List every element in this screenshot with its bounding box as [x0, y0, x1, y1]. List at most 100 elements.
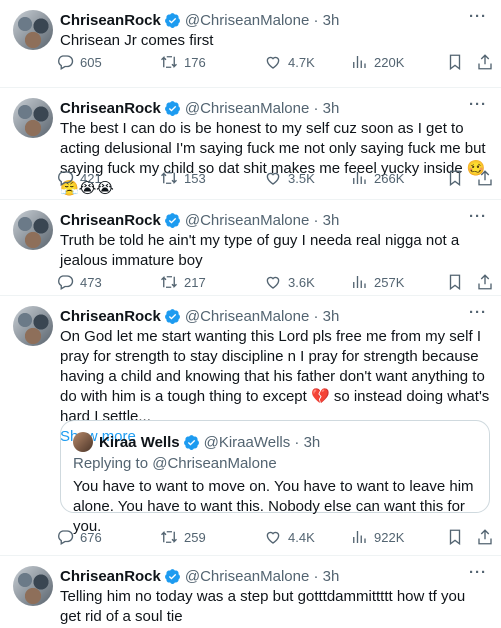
verified-badge-icon: [164, 12, 180, 28]
reply-icon: [58, 275, 74, 290]
reply-button[interactable]: 421: [56, 169, 102, 187]
verified-badge-icon: [164, 308, 180, 324]
heart-icon: [266, 56, 280, 69]
like-button[interactable]: 4.7K: [264, 53, 315, 71]
more-options-icon[interactable]: ···: [469, 96, 487, 113]
tweet-header: ChriseanRock @ChriseanMalone · 3h: [60, 210, 339, 230]
author-name[interactable]: ChriseanRock: [60, 12, 161, 29]
reply-button[interactable]: 605: [56, 53, 102, 71]
retweet-icon: [161, 171, 177, 185]
share-icon: [478, 274, 492, 290]
tweet-3[interactable]: ChriseanRock @ChriseanMalone · 3h ··· Tr…: [0, 200, 501, 296]
verified-badge-icon: [183, 434, 199, 450]
reply-button[interactable]: 676: [56, 528, 102, 546]
view-count: 257K: [374, 274, 405, 290]
like-button[interactable]: 3.6K: [264, 273, 315, 291]
retweet-button[interactable]: 259: [160, 528, 206, 546]
tweet-4[interactable]: ChriseanRock @ChriseanMalone · 3h ··· On…: [0, 296, 501, 556]
author-name[interactable]: ChriseanRock: [60, 568, 161, 585]
view-count: 220K: [374, 54, 405, 70]
reply-icon: [58, 55, 74, 70]
share-button[interactable]: [476, 528, 500, 546]
author-handle[interactable]: @ChriseanMalone · 3h: [185, 212, 339, 229]
tweet-text: Chrisean Jr comes first: [60, 32, 214, 49]
reply-count: 676: [80, 529, 102, 545]
bookmark-button[interactable]: [446, 169, 470, 187]
tweet-text: Truth be told he ain't my type of guy I …: [60, 232, 460, 269]
author-name[interactable]: ChriseanRock: [60, 212, 161, 229]
share-button[interactable]: [476, 169, 500, 187]
avatar[interactable]: [13, 10, 53, 50]
bookmark-icon: [449, 170, 461, 187]
retweet-button[interactable]: 176: [160, 53, 206, 71]
tweet-5[interactable]: ChriseanRock @ChriseanMalone · 3h ··· Te…: [0, 556, 501, 628]
retweet-count: 153: [184, 170, 206, 186]
view-count: 922K: [374, 529, 405, 545]
reply-count: 421: [80, 170, 102, 186]
views-chart-icon: [353, 276, 366, 288]
bookmark-button[interactable]: [446, 273, 470, 291]
author-handle[interactable]: @ChriseanMalone · 3h: [185, 308, 339, 325]
share-icon: [478, 529, 492, 545]
reply-button[interactable]: 473: [56, 273, 102, 291]
quoted-tweet[interactable]: Kiraa Wells @KiraaWells · 3h Replying to…: [60, 420, 490, 535]
heart-icon: [266, 531, 280, 544]
heart-icon: [266, 172, 280, 185]
author-name[interactable]: ChriseanRock: [60, 100, 161, 117]
views-button[interactable]: 922K: [350, 528, 404, 546]
tweet-header: ChriseanRock @ChriseanMalone · 3h: [60, 98, 339, 118]
author-name[interactable]: ChriseanRock: [60, 308, 161, 325]
tweet-header: ChriseanRock @ChriseanMalone · 3h: [60, 306, 339, 326]
share-button[interactable]: [476, 53, 500, 71]
like-count: 3.6K: [288, 274, 315, 290]
retweet-button[interactable]: 153: [160, 169, 206, 187]
reply-icon: [58, 171, 74, 186]
like-count: 3.5K: [288, 170, 315, 186]
more-options-icon[interactable]: ···: [469, 208, 487, 225]
like-count: 4.4K: [288, 529, 315, 545]
views-button[interactable]: 257K: [350, 273, 404, 291]
author-handle[interactable]: @ChriseanMalone · 3h: [185, 12, 339, 29]
share-icon: [478, 54, 492, 70]
quoted-avatar[interactable]: [73, 432, 93, 452]
bookmark-icon: [449, 274, 461, 291]
action-bar: 421 153 3.5K 266K: [56, 168, 496, 188]
tweet-2[interactable]: ChriseanRock @ChriseanMalone · 3h ··· Th…: [0, 88, 501, 200]
like-button[interactable]: 3.5K: [264, 169, 315, 187]
verified-badge-icon: [164, 568, 180, 584]
like-button[interactable]: 4.4K: [264, 528, 315, 546]
tweet-header: ChriseanRock @ChriseanMalone · 3h: [60, 10, 339, 30]
avatar[interactable]: [13, 306, 53, 346]
avatar[interactable]: [13, 98, 53, 138]
like-count: 4.7K: [288, 54, 315, 70]
retweet-icon: [161, 55, 177, 69]
retweet-button[interactable]: 217: [160, 273, 206, 291]
retweet-count: 176: [184, 54, 206, 70]
author-handle[interactable]: @ChriseanMalone · 3h: [185, 100, 339, 117]
action-bar: 676 259 4.4K 922K: [56, 527, 496, 547]
quoted-author-name[interactable]: Kiraa Wells: [99, 434, 180, 451]
quoted-author-handle[interactable]: @KiraaWells · 3h: [204, 434, 321, 451]
more-options-icon[interactable]: ···: [469, 304, 487, 321]
views-button[interactable]: 220K: [350, 53, 404, 71]
more-options-icon[interactable]: ···: [469, 564, 487, 581]
more-options-icon[interactable]: ···: [469, 8, 487, 25]
views-chart-icon: [353, 56, 366, 68]
bookmark-button[interactable]: [446, 53, 470, 71]
reply-count: 605: [80, 54, 102, 70]
bookmark-icon: [449, 54, 461, 71]
views-button[interactable]: 266K: [350, 169, 404, 187]
views-chart-icon: [353, 531, 366, 543]
action-bar: 473 217 3.6K 257K: [56, 272, 496, 292]
bookmark-button[interactable]: [446, 528, 470, 546]
verified-badge-icon: [164, 212, 180, 228]
retweet-count: 217: [184, 274, 206, 290]
share-button[interactable]: [476, 273, 500, 291]
replying-to: Replying to @ChriseanMalone: [73, 455, 277, 472]
broken-heart-emoji: 💔: [310, 388, 330, 405]
retweet-count: 259: [184, 529, 206, 545]
tweet-1[interactable]: ChriseanRock @ChriseanMalone · 3h ··· Ch…: [0, 0, 501, 88]
avatar[interactable]: [13, 566, 53, 606]
author-handle[interactable]: @ChriseanMalone · 3h: [185, 568, 339, 585]
avatar[interactable]: [13, 210, 53, 250]
